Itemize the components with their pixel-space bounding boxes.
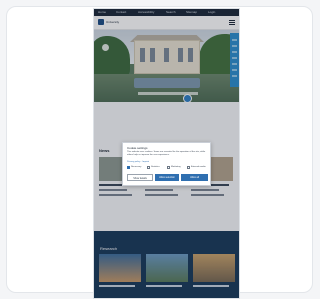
checkbox-icon[interactable] — [167, 166, 170, 169]
show-details-button[interactable]: Show details — [127, 174, 153, 181]
checkbox-checked-icon[interactable] — [127, 166, 130, 169]
cookie-dialog-text: This website uses cookies. Some are esse… — [127, 151, 206, 156]
cookie-dialog-title: Cookie settings — [127, 146, 148, 150]
website-preview: Home Contact Accessibility Search Sitema… — [93, 8, 240, 299]
checkbox-icon[interactable] — [147, 166, 150, 169]
allow-all-button[interactable]: Allow all — [181, 174, 208, 181]
allow-selection-button[interactable]: Allow selection — [155, 174, 179, 181]
privacy-link[interactable]: Privacy policy · Imprint — [127, 161, 149, 163]
cookie-dialog: Cookie settings This website uses cookie… — [122, 142, 211, 186]
cookie-options: Necessary Statistics Marketing External … — [127, 166, 207, 170]
checkbox-icon[interactable] — [187, 166, 190, 169]
